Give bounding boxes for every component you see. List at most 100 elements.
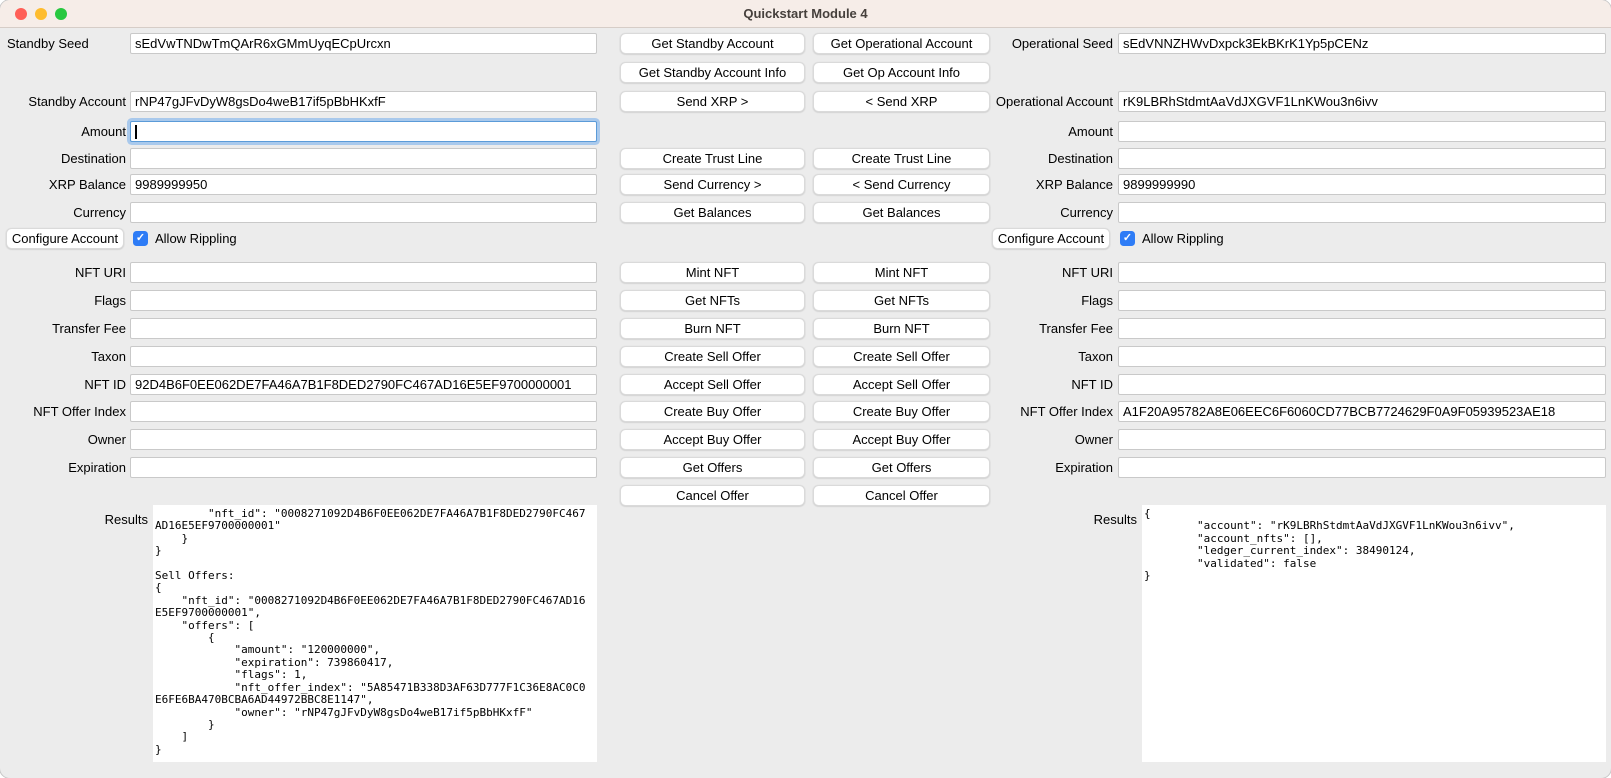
operational-destination-label: Destination — [995, 148, 1113, 169]
standby-account-label: Standby Account — [0, 91, 126, 112]
get-standby-account-info-button[interactable]: Get Standby Account Info — [620, 62, 805, 83]
operational-seed-field[interactable]: sEdVNNZHWvDxpck3EkBKrK1Yp5pCENz — [1118, 33, 1606, 54]
standby-currency-field[interactable] — [130, 202, 597, 223]
accept-sell-offer-operational-button[interactable]: Accept Sell Offer — [813, 374, 990, 395]
operational-owner-field[interactable] — [1118, 429, 1606, 450]
operational-taxon-field[interactable] — [1118, 346, 1606, 367]
get-op-account-info-button[interactable]: Get Op Account Info — [813, 62, 990, 83]
burn-nft-operational-button[interactable]: Burn NFT — [813, 318, 990, 339]
operational-expiration-label: Expiration — [995, 457, 1113, 478]
get-operational-account-button[interactable]: Get Operational Account — [813, 33, 990, 54]
operational-owner-label: Owner — [995, 429, 1113, 450]
create-buy-offer-standby-button[interactable]: Create Buy Offer — [620, 401, 805, 422]
create-buy-offer-operational-button[interactable]: Create Buy Offer — [813, 401, 990, 422]
standby-nft-id-label: NFT ID — [0, 374, 126, 395]
burn-nft-standby-button[interactable]: Burn NFT — [620, 318, 805, 339]
standby-owner-field[interactable] — [130, 429, 597, 450]
get-nfts-standby-button[interactable]: Get NFTs — [620, 290, 805, 311]
operational-destination-field[interactable] — [1118, 148, 1606, 169]
operational-xrp-balance-label: XRP Balance — [995, 174, 1113, 195]
operational-expiration-field[interactable] — [1118, 457, 1606, 478]
operational-nft-id-field[interactable] — [1118, 374, 1606, 395]
accept-buy-offer-operational-button[interactable]: Accept Buy Offer — [813, 429, 990, 450]
standby-nft-offer-index-label: NFT Offer Index — [0, 401, 126, 422]
checkbox-check-icon: ✓ — [1123, 232, 1132, 244]
get-balances-standby-button[interactable]: Get Balances — [620, 202, 805, 223]
operational-account-label: Operational Account — [995, 91, 1113, 112]
operational-currency-field[interactable] — [1118, 202, 1606, 223]
send-currency-operational-button[interactable]: < Send Currency — [813, 174, 990, 195]
operational-nft-offer-index-field[interactable]: A1F20A95782A8E06EEC6F6060CD77BCB7724629F… — [1118, 401, 1606, 422]
operational-nft-id-label: NFT ID — [995, 374, 1113, 395]
standby-amount-label: Amount — [0, 121, 126, 142]
operational-amount-field[interactable] — [1118, 121, 1606, 142]
titlebar: Quickstart Module 4 — [0, 0, 1611, 28]
operational-nft-uri-label: NFT URI — [995, 262, 1113, 283]
operational-taxon-label: Taxon — [995, 346, 1113, 367]
standby-owner-label: Owner — [0, 429, 126, 450]
operational-transfer-fee-label: Transfer Fee — [995, 318, 1113, 339]
allow-rippling-standby-label: Allow Rippling — [155, 228, 237, 249]
get-offers-operational-button[interactable]: Get Offers — [813, 457, 990, 478]
operational-results-label: Results — [995, 509, 1137, 530]
standby-nft-uri-label: NFT URI — [0, 262, 126, 283]
create-sell-offer-operational-button[interactable]: Create Sell Offer — [813, 346, 990, 367]
quickstart-window: Quickstart Module 4 Standby Seed sEdVwTN… — [0, 0, 1611, 778]
standby-xrp-balance-label: XRP Balance — [0, 174, 126, 195]
send-xrp-standby-button[interactable]: Send XRP > — [620, 91, 805, 112]
operational-nft-offer-index-label: NFT Offer Index — [995, 401, 1113, 422]
accept-sell-offer-standby-button[interactable]: Accept Sell Offer — [620, 374, 805, 395]
accept-buy-offer-standby-button[interactable]: Accept Buy Offer — [620, 429, 805, 450]
operational-seed-label: Operational Seed — [995, 33, 1113, 54]
send-xrp-operational-button[interactable]: < Send XRP — [813, 91, 990, 112]
operational-results-text[interactable]: { "account": "rK9LBRhStdmtAaVdJXGVF1LnKW… — [1142, 505, 1606, 762]
standby-account-field[interactable]: rNP47gJFvDyW8gsDo4weB17if5pBbHKxfF — [130, 91, 597, 112]
operational-flags-label: Flags — [995, 290, 1113, 311]
configure-account-operational-button[interactable]: Configure Account — [992, 228, 1110, 249]
allow-rippling-standby-checkbox[interactable]: ✓ — [133, 231, 148, 246]
operational-xrp-balance-field[interactable]: 9899999990 — [1118, 174, 1606, 195]
standby-flags-field[interactable] — [130, 290, 597, 311]
operational-amount-label: Amount — [995, 121, 1113, 142]
cancel-offer-standby-button[interactable]: Cancel Offer — [620, 485, 805, 506]
operational-account-field[interactable]: rK9LBRhStdmtAaVdJXGVF1LnKWou3n6ivv — [1118, 91, 1606, 112]
create-trust-line-operational-button[interactable]: Create Trust Line — [813, 148, 990, 169]
standby-destination-field[interactable] — [130, 148, 597, 169]
mint-nft-standby-button[interactable]: Mint NFT — [620, 262, 805, 283]
configure-account-standby-button[interactable]: Configure Account — [6, 228, 124, 249]
standby-amount-field[interactable] — [130, 121, 597, 142]
standby-expiration-label: Expiration — [0, 457, 126, 478]
standby-nft-id-field[interactable]: 92D4B6F0EE062DE7FA46A7B1F8DED2790FC467AD… — [130, 374, 597, 395]
operational-nft-uri-field[interactable] — [1118, 262, 1606, 283]
standby-destination-label: Destination — [0, 148, 126, 169]
standby-xrp-balance-field[interactable]: 9989999950 — [130, 174, 597, 195]
standby-taxon-label: Taxon — [0, 346, 126, 367]
standby-nft-uri-field[interactable] — [130, 262, 597, 283]
operational-currency-label: Currency — [995, 202, 1113, 223]
text-cursor — [135, 125, 137, 139]
window-title: Quickstart Module 4 — [0, 0, 1611, 28]
standby-results-text[interactable]: "nft_id": "0008271092D4B6F0EE062DE7FA46A… — [153, 505, 597, 762]
mint-nft-operational-button[interactable]: Mint NFT — [813, 262, 990, 283]
get-offers-standby-button[interactable]: Get Offers — [620, 457, 805, 478]
create-trust-line-standby-button[interactable]: Create Trust Line — [620, 148, 805, 169]
standby-flags-label: Flags — [0, 290, 126, 311]
standby-transfer-fee-field[interactable] — [130, 318, 597, 339]
operational-flags-field[interactable] — [1118, 290, 1606, 311]
get-standby-account-button[interactable]: Get Standby Account — [620, 33, 805, 54]
allow-rippling-operational-checkbox[interactable]: ✓ — [1120, 231, 1135, 246]
get-balances-operational-button[interactable]: Get Balances — [813, 202, 990, 223]
cancel-offer-operational-button[interactable]: Cancel Offer — [813, 485, 990, 506]
get-nfts-operational-button[interactable]: Get NFTs — [813, 290, 990, 311]
standby-seed-field[interactable]: sEdVwTNDwTmQArR6xGMmUyqECpUrcxn — [130, 33, 597, 54]
standby-transfer-fee-label: Transfer Fee — [0, 318, 126, 339]
standby-currency-label: Currency — [0, 202, 126, 223]
checkbox-check-icon: ✓ — [136, 232, 145, 244]
create-sell-offer-standby-button[interactable]: Create Sell Offer — [620, 346, 805, 367]
send-currency-standby-button[interactable]: Send Currency > — [620, 174, 805, 195]
standby-nft-offer-index-field[interactable] — [130, 401, 597, 422]
operational-transfer-fee-field[interactable] — [1118, 318, 1606, 339]
standby-taxon-field[interactable] — [130, 346, 597, 367]
allow-rippling-operational-label: Allow Rippling — [1142, 228, 1224, 249]
standby-expiration-field[interactable] — [130, 457, 597, 478]
